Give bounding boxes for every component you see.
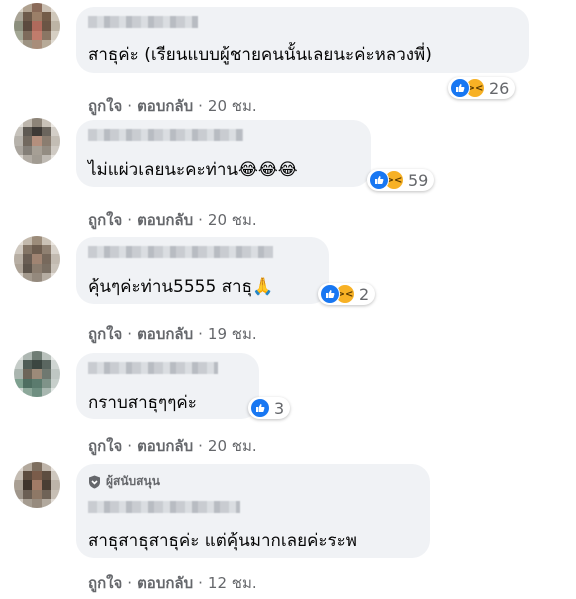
reply-link[interactable]: ตอบกลับ bbox=[137, 574, 193, 592]
comment-actions: ถูกใจ · ตอบกลับ · 20 ชม. bbox=[88, 97, 257, 115]
comment-bubble: กราบสาธุๆๆค่ะ bbox=[76, 353, 259, 419]
like-link[interactable]: ถูกใจ bbox=[88, 437, 122, 455]
reply-link[interactable]: ตอบกลับ bbox=[137, 437, 193, 455]
like-icon bbox=[250, 398, 270, 418]
reaction-count: 2 bbox=[359, 284, 370, 304]
comment-text: ไม่แผ่วเลยนะคะท่าน😂😂😂 bbox=[88, 160, 298, 180]
timestamp[interactable]: 20 ชม. bbox=[208, 97, 257, 115]
reply-link[interactable]: ตอบกลับ bbox=[137, 97, 193, 115]
reaction-count: 26 bbox=[489, 78, 510, 98]
like-link[interactable]: ถูกใจ bbox=[88, 325, 122, 343]
reaction-count: 3 bbox=[274, 398, 285, 418]
comment-text: กราบสาธุๆๆค่ะ bbox=[88, 393, 197, 413]
like-link[interactable]: ถูกใจ bbox=[88, 211, 122, 229]
author-name[interactable] bbox=[88, 129, 243, 141]
avatar[interactable] bbox=[14, 462, 60, 508]
reaction-summary[interactable]: >< 59 bbox=[367, 169, 435, 191]
author-name[interactable] bbox=[88, 362, 218, 374]
author-name[interactable] bbox=[88, 501, 240, 513]
timestamp[interactable]: 20 ชม. bbox=[208, 437, 257, 455]
supporter-badge-icon bbox=[89, 475, 100, 488]
reaction-summary[interactable]: 3 bbox=[248, 397, 291, 419]
reply-link[interactable]: ตอบกลับ bbox=[137, 211, 193, 229]
reaction-summary[interactable]: >< 26 bbox=[448, 77, 516, 99]
comment-actions: ถูกใจ · ตอบกลับ · 19 ชม. bbox=[88, 325, 257, 343]
comment-text: สาธุสาธุสาธุค่ะ แต่คุ้นมากเลยค่ะระพ bbox=[88, 531, 357, 551]
reaction-summary[interactable]: >< 2 bbox=[318, 283, 376, 305]
comment-bubble: สาธุค่ะ (เรียนแบบผู้ชายคนนั้นเลยนะค่ะหลว… bbox=[76, 7, 529, 73]
reaction-count: 59 bbox=[408, 170, 429, 190]
like-icon bbox=[320, 284, 340, 304]
comment-text: สาธุค่ะ (เรียนแบบผู้ชายคนนั้นเลยนะค่ะหลว… bbox=[88, 45, 432, 65]
comment-bubble: คุ้นๆค่ะท่าน5555 สาธุ🙏 bbox=[76, 237, 329, 304]
comment-actions: ถูกใจ · ตอบกลับ · 20 ชม. bbox=[88, 437, 257, 455]
avatar[interactable] bbox=[14, 236, 60, 282]
reply-link[interactable]: ตอบกลับ bbox=[137, 325, 193, 343]
author-name[interactable] bbox=[88, 246, 273, 258]
timestamp[interactable]: 20 ชม. bbox=[208, 211, 257, 229]
like-link[interactable]: ถูกใจ bbox=[88, 97, 122, 115]
badge-label: ผู้สนับสนุน bbox=[106, 474, 160, 488]
timestamp[interactable]: 19 ชม. bbox=[208, 325, 257, 343]
avatar[interactable] bbox=[14, 3, 60, 49]
comment-actions: ถูกใจ · ตอบกลับ · 20 ชม. bbox=[88, 211, 257, 229]
supporter-badge: ผู้สนับสนุน bbox=[88, 472, 160, 491]
timestamp[interactable]: 12 ชม. bbox=[208, 574, 257, 592]
author-name[interactable] bbox=[88, 16, 198, 28]
avatar[interactable] bbox=[14, 118, 60, 164]
comment-bubble: ไม่แผ่วเลยนะคะท่าน😂😂😂 bbox=[76, 120, 371, 187]
avatar[interactable] bbox=[14, 351, 60, 397]
comment-text: คุ้นๆค่ะท่าน5555 สาธุ🙏 bbox=[88, 277, 274, 297]
comment-actions: ถูกใจ · ตอบกลับ · 12 ชม. bbox=[88, 574, 257, 592]
like-icon bbox=[450, 78, 470, 98]
comment-bubble: ผู้สนับสนุน สาธุสาธุสาธุค่ะ แต่คุ้นมากเล… bbox=[76, 464, 430, 558]
like-link[interactable]: ถูกใจ bbox=[88, 574, 122, 592]
like-icon bbox=[369, 170, 389, 190]
